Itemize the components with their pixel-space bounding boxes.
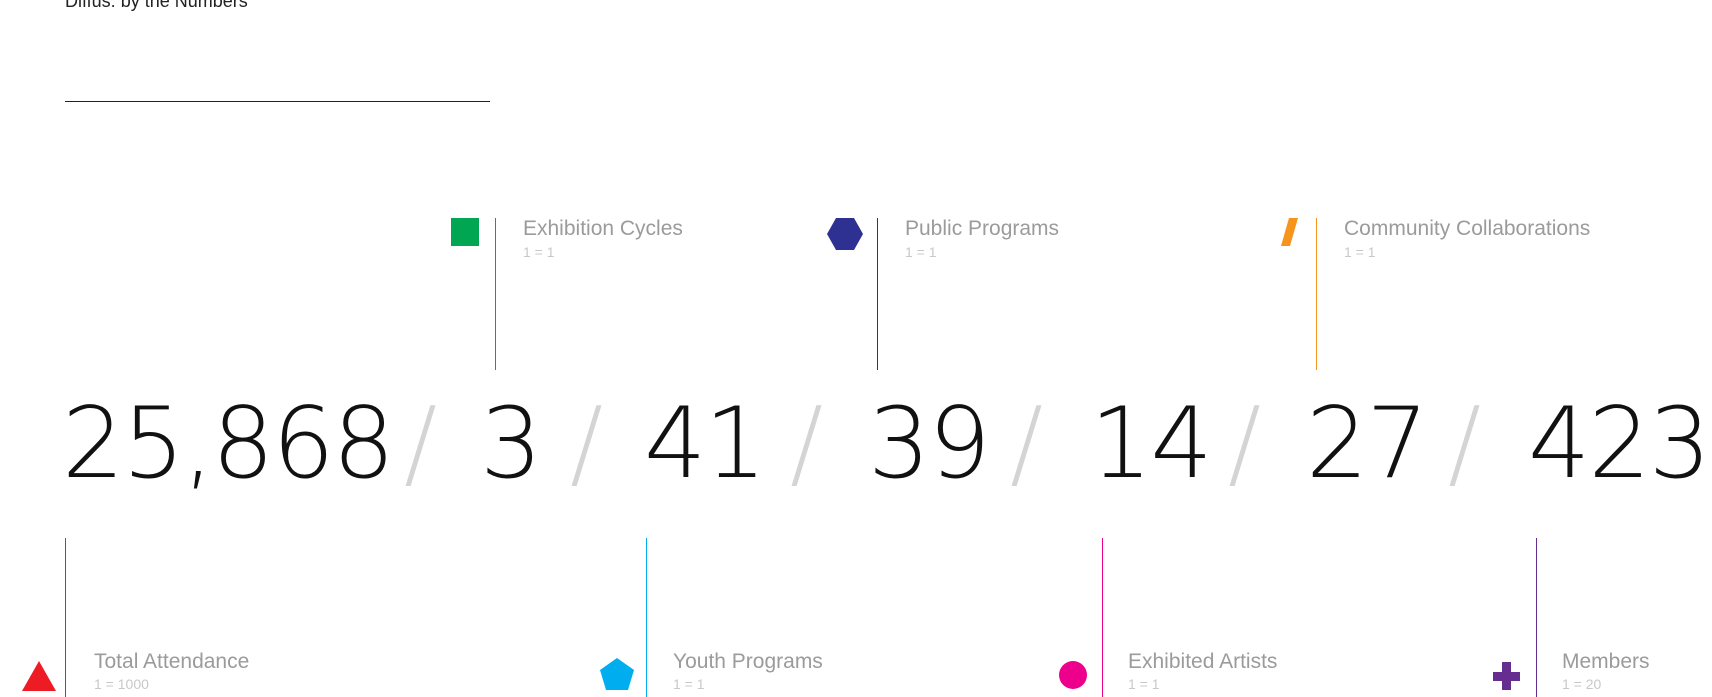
- number-total-attendance: 25,868: [62, 387, 395, 501]
- youth-programs-line: [646, 538, 647, 697]
- exhibited-artists-line: [1102, 538, 1103, 697]
- number-exhibition-cycles: 3: [480, 387, 542, 501]
- number-public-programs: 39: [868, 387, 991, 501]
- public-programs-label: Public Programs: [905, 217, 1060, 240]
- number-members: 423: [1528, 387, 1711, 501]
- slash-icon: [1281, 218, 1298, 246]
- number-exhibited-artists: 14: [1090, 387, 1213, 501]
- triangle-icon: [22, 661, 56, 691]
- youth-programs-scale: 1 = 1: [673, 676, 705, 692]
- title-divider: [65, 101, 490, 102]
- pentagon-icon: [600, 658, 634, 690]
- community-collaborations-scale: 1 = 1: [1344, 244, 1376, 260]
- exhibition-cycles-label: Exhibition Cycles: [523, 217, 683, 240]
- number-separator: /: [1448, 387, 1482, 501]
- exhibition-cycles-line: [495, 218, 496, 370]
- total-attendance-line: [65, 538, 66, 697]
- public-programs-scale: 1 = 1: [905, 244, 937, 260]
- number-separator: /: [570, 387, 604, 501]
- circle-icon: [1059, 661, 1087, 689]
- plus-icon: [1493, 662, 1520, 690]
- number-separator: /: [1010, 387, 1044, 501]
- community-collaborations-line: [1316, 218, 1317, 370]
- members-scale: 1 = 20: [1562, 676, 1602, 692]
- number-separator: /: [790, 387, 824, 501]
- youth-programs-label: Youth Programs: [673, 650, 823, 673]
- members-line: [1536, 538, 1537, 697]
- number-separator: /: [1228, 387, 1262, 501]
- exhibition-cycles-scale: 1 = 1: [523, 244, 555, 260]
- total-attendance-label: Total Attendance: [94, 650, 250, 673]
- members-label: Members: [1562, 650, 1650, 673]
- number-youth-programs: 41: [644, 387, 767, 501]
- public-programs-line: [877, 218, 878, 370]
- total-attendance-scale: 1 = 1000: [94, 676, 149, 692]
- community-collaborations-label: Community Collaborations: [1344, 217, 1591, 240]
- number-separator: /: [404, 387, 438, 501]
- square-icon: [451, 218, 479, 246]
- exhibited-artists-scale: 1 = 1: [1128, 676, 1160, 692]
- exhibited-artists-label: Exhibited Artists: [1128, 650, 1278, 673]
- page-title: Diffus: by the Numbers: [65, 0, 248, 11]
- number-community-collaborations: 27: [1306, 387, 1429, 501]
- hexagon-icon: [827, 218, 863, 250]
